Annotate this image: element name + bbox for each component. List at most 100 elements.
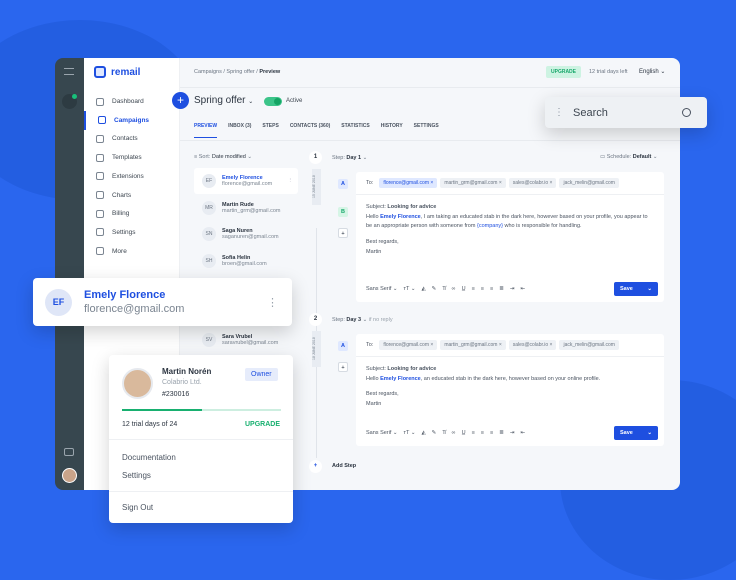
profile-company: Colabrio Ltd. — [162, 379, 202, 386]
tab-contacts[interactable]: CONTACTS (360) — [290, 123, 330, 138]
campaign-title-dropdown[interactable]: Spring offer ⌄ — [194, 95, 253, 106]
menu-icon[interactable] — [64, 68, 74, 75]
align-left-icon[interactable]: ≡ — [472, 286, 475, 292]
sidebar-item-templates[interactable]: Templates — [84, 148, 180, 167]
search-icon[interactable] — [682, 108, 691, 117]
step-day-dropdown[interactable]: Step: Day 3 ⌄ if no reply — [332, 317, 393, 323]
fill-color-icon[interactable]: ◭ — [421, 286, 425, 292]
sidebar-item-contacts[interactable]: Contacts — [84, 129, 180, 148]
recipient-chip[interactable]: florence@gmail.com × — [379, 340, 438, 350]
sidebar-item-dashboard[interactable]: Dashboard — [84, 92, 180, 111]
sidebar-item-more[interactable]: More — [84, 242, 180, 261]
font-select[interactable]: Sans Serif ⌄ — [366, 430, 398, 436]
contact-list-item[interactable]: EF Emely Florence florence@gmail.com ⋮ — [194, 168, 298, 194]
contact-list-item[interactable]: MR Martin Rude martin_grm@gmail.com — [194, 195, 298, 221]
upgrade-button[interactable]: UPGRADE — [546, 66, 582, 78]
font-select[interactable]: Sans Serif ⌄ — [366, 286, 398, 292]
search-input[interactable]: Search — [573, 107, 682, 119]
contact-popover[interactable]: EF Emely Florence florence@gmail.com ⋮ — [33, 278, 292, 326]
underline-icon[interactable]: U̲ — [462, 286, 466, 292]
align-center-icon[interactable]: ≡ — [481, 430, 484, 436]
search-box[interactable]: ⋮ Search — [545, 97, 707, 128]
align-right-icon[interactable]: ≡ — [490, 430, 493, 436]
active-label: Active — [286, 98, 303, 104]
recipient-chip[interactable]: jack_melin@gmail.com — [559, 178, 619, 188]
language-select[interactable]: English ⌄ — [639, 68, 665, 75]
menu-documentation[interactable]: Documentation — [122, 453, 176, 462]
add-step-label[interactable]: Add Step — [332, 463, 356, 469]
indent-icon[interactable]: ⇥ — [510, 430, 515, 436]
indent-icon[interactable]: ⇥ — [510, 286, 515, 292]
marker-icon[interactable]: ✎ — [432, 430, 437, 436]
contact-list-item[interactable]: SV Sara Vrubel saravrubel@gmail.com — [194, 327, 298, 353]
underline-icon[interactable]: U̲ — [462, 430, 466, 436]
text-size-icon[interactable]: ᴛT ⌄ — [404, 430, 416, 436]
email-body[interactable]: Hello Emely Florence, an educated stab i… — [366, 375, 654, 385]
recipient-chip[interactable]: martin_grm@gmail.com × — [440, 340, 506, 350]
fill-color-icon[interactable]: ◭ — [421, 430, 425, 436]
save-button[interactable]: Save ⌄ — [614, 282, 658, 296]
clear-format-icon[interactable]: T̸ — [442, 286, 445, 292]
recipient-chip[interactable]: sales@colabr.io × — [508, 340, 557, 350]
text-size-icon[interactable]: ᴛT ⌄ — [404, 286, 416, 292]
more-vertical-icon[interactable]: ⋮ — [554, 107, 564, 118]
sidebar-item-extensions[interactable]: Extensions — [84, 167, 180, 186]
link-icon[interactable]: ∞ — [452, 286, 456, 292]
link-icon[interactable]: ∞ — [452, 430, 456, 436]
justify-icon[interactable]: ≣ — [499, 430, 504, 436]
align-right-icon[interactable]: ≡ — [490, 286, 493, 292]
align-center-icon[interactable]: ≡ — [481, 286, 484, 292]
email-editor[interactable]: To: florence@gmail.com × martin_grm@gmail.… — [356, 172, 664, 302]
crumb-spring-offer[interactable]: Spring offer — [226, 69, 254, 75]
clear-format-icon[interactable]: T̸ — [442, 430, 445, 436]
add-variant-button[interactable]: + — [338, 228, 348, 238]
variant-a-button[interactable]: A — [338, 341, 348, 351]
sign-out-button[interactable]: Sign Out — [122, 503, 153, 512]
sort-dropdown[interactable]: ≡ Sort: Date modified ⌄ — [194, 154, 252, 160]
chat-icon[interactable] — [64, 448, 74, 456]
email-editor[interactable]: To: florence@gmail.com × martin_grm@gmail.… — [356, 334, 664, 446]
step-day-dropdown[interactable]: Step: Day 1 ⌄ — [332, 155, 367, 161]
tab-steps[interactable]: STEPS — [262, 123, 278, 138]
sidebar-item-charts[interactable]: Charts — [84, 186, 180, 205]
recipient-chip[interactable]: sales@colabr.io × — [508, 178, 557, 188]
marker-icon[interactable]: ✎ — [432, 286, 437, 292]
justify-icon[interactable]: ≣ — [499, 286, 504, 292]
align-left-icon[interactable]: ≡ — [472, 430, 475, 436]
logo[interactable]: remail — [94, 66, 140, 78]
sidebar-item-campaigns[interactable]: Campaigns — [84, 110, 180, 130]
recipient-chip[interactable]: jack_melin@gmail.com — [559, 340, 619, 350]
schedule-dropdown[interactable]: ▭ Schedule: Default ⌄ — [600, 154, 658, 160]
save-button[interactable]: Save ⌄ — [614, 426, 658, 440]
chevron-down-icon[interactable]: ⌄ — [647, 430, 652, 436]
contact-list-item[interactable]: SH Sofia Helin broen@gmail.com — [194, 248, 298, 274]
tab-settings[interactable]: SETTINGS — [414, 123, 439, 138]
email-body[interactable]: Hello Emely Florence, I am taking an edu… — [366, 213, 654, 232]
active-toggle[interactable] — [264, 97, 282, 106]
menu-settings[interactable]: Settings — [122, 471, 151, 480]
tab-statistics[interactable]: STATISTICS — [341, 123, 369, 138]
sidebar-item-billing[interactable]: Billing — [84, 204, 180, 223]
more-vertical-icon[interactable]: ⋮ — [288, 178, 294, 184]
outdent-icon[interactable]: ⇤ — [520, 430, 525, 436]
add-step-button[interactable]: + — [309, 460, 322, 473]
upgrade-link[interactable]: UPGRADE — [245, 421, 280, 428]
outdent-icon[interactable]: ⇤ — [520, 286, 525, 292]
more-vertical-icon[interactable]: ⋮ — [267, 296, 278, 309]
crumb-campaigns[interactable]: Campaigns — [194, 69, 222, 75]
variant-b-button[interactable]: B — [338, 207, 348, 217]
contact-list-item[interactable]: SN Saga Nuren saganuren@gmail.com — [194, 221, 298, 247]
tab-history[interactable]: HISTORY — [381, 123, 403, 138]
notification-bell-icon[interactable] — [62, 94, 77, 109]
new-campaign-button[interactable]: + — [172, 92, 189, 109]
chevron-down-icon[interactable]: ⌄ — [647, 286, 652, 292]
user-avatar[interactable] — [62, 468, 77, 483]
add-variant-button[interactable]: + — [338, 362, 348, 372]
variant-a-button[interactable]: A — [338, 179, 348, 189]
tab-preview[interactable]: PREVIEW — [194, 123, 218, 138]
recipient-chip[interactable]: florence@gmail.com × — [379, 178, 438, 188]
sidebar-item-settings[interactable]: Settings — [84, 223, 180, 242]
tab-inbox[interactable]: INBOX (3) — [228, 123, 251, 138]
recipient-chip[interactable]: martin_grm@gmail.com × — [440, 178, 506, 188]
avatar: SV — [202, 333, 216, 347]
